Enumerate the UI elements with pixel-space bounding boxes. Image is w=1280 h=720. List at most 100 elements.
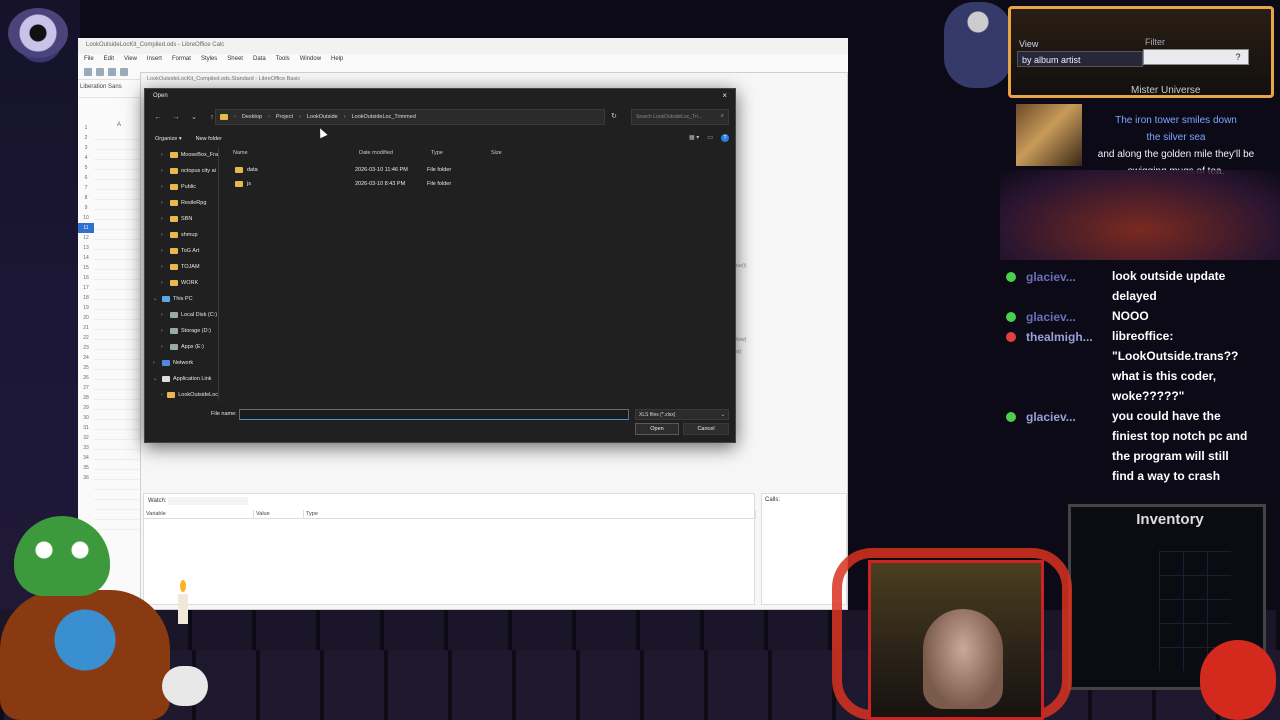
col-type[interactable]: Type xyxy=(427,147,487,159)
sheet-grid[interactable] xyxy=(94,130,144,530)
row-header[interactable]: 12 xyxy=(78,233,94,243)
row-header[interactable]: 3 xyxy=(78,143,94,153)
refresh-icon[interactable]: ↻ xyxy=(611,112,617,120)
row-header[interactable]: 4 xyxy=(78,153,94,163)
chat-username[interactable]: glaciev... xyxy=(1026,410,1076,424)
row-header[interactable]: 33 xyxy=(78,443,94,453)
row-header[interactable]: 23 xyxy=(78,343,94,353)
nav-item[interactable]: › Local Disk (C:) xyxy=(145,307,218,323)
row-header[interactable]: 19 xyxy=(78,303,94,313)
row-header[interactable]: 35 xyxy=(78,463,94,473)
row-header[interactable]: 36 xyxy=(78,473,94,483)
nav-item[interactable]: › MooseBox_Fra xyxy=(145,147,218,163)
menu-item-styles[interactable]: Styles xyxy=(201,56,217,64)
menu-item-view[interactable]: View xyxy=(124,56,137,64)
chevron-right-icon[interactable]: › xyxy=(161,280,167,286)
menu-item-edit[interactable]: Edit xyxy=(104,56,114,64)
chevron-right-icon[interactable]: › xyxy=(161,392,164,398)
nav-item[interactable]: › ToG Art xyxy=(145,243,218,259)
row-header[interactable]: 16 xyxy=(78,273,94,283)
row-header[interactable]: 13 xyxy=(78,243,94,253)
chevron-right-icon[interactable]: › xyxy=(161,248,167,254)
row-header[interactable]: 8 xyxy=(78,193,94,203)
nav-item[interactable]: › shmup xyxy=(145,227,218,243)
chevron-right-icon[interactable]: › xyxy=(161,232,167,238)
row-header[interactable]: 5 xyxy=(78,163,94,173)
row-header[interactable]: 15 xyxy=(78,263,94,273)
row-header[interactable]: 7 xyxy=(78,183,94,193)
chat-username[interactable]: glaciev... xyxy=(1026,270,1076,284)
new-icon[interactable] xyxy=(84,68,92,76)
nav-item[interactable]: › WORK xyxy=(145,275,218,291)
menu-item-insert[interactable]: Insert xyxy=(147,56,162,64)
row-header[interactable]: 1 xyxy=(78,123,94,133)
chevron-down-icon[interactable]: ⌄ xyxy=(153,296,159,302)
row-header[interactable]: 31 xyxy=(78,423,94,433)
row-header[interactable]: 26 xyxy=(78,373,94,383)
row-header[interactable]: 24 xyxy=(78,353,94,363)
nav-item[interactable]: › ResileRpg xyxy=(145,195,218,211)
nav-item[interactable]: › octopus city ai xyxy=(145,163,218,179)
chevron-down-icon[interactable]: ⌄ xyxy=(153,376,159,382)
watch-col-value[interactable]: Value xyxy=(254,510,304,518)
close-icon[interactable]: × xyxy=(722,92,727,100)
row-header[interactable]: 14 xyxy=(78,253,94,263)
file-list-row[interactable]: js 2026-03-10 8:43 PM File folder xyxy=(229,177,529,191)
open-button[interactable]: Open xyxy=(635,423,679,435)
breadcrumb-lookoutside[interactable]: LookOutside xyxy=(307,114,338,120)
nav-item[interactable]: › Network xyxy=(145,355,218,371)
chevron-right-icon[interactable]: › xyxy=(161,328,167,334)
forward-arrow-icon[interactable]: → xyxy=(171,114,181,121)
row-header[interactable]: 17 xyxy=(78,283,94,293)
chevron-right-icon[interactable]: › xyxy=(161,200,167,206)
view-options-icon[interactable]: ▦ ▾ xyxy=(689,134,699,142)
breadcrumb-desktop[interactable]: Desktop xyxy=(242,114,262,120)
chevron-right-icon[interactable]: › xyxy=(161,168,167,174)
file-type-select[interactable]: XLS files (*.xlsx) ⌄ xyxy=(635,409,729,420)
row-header[interactable]: 10 xyxy=(78,213,94,223)
recent-chevron-icon[interactable]: ⌄ xyxy=(189,113,199,121)
nav-item[interactable]: ⌄ This PC xyxy=(145,291,218,307)
address-bar[interactable]: › Desktop › Project › LookOutside › LookOutside… xyxy=(215,109,605,125)
row-header[interactable]: 28 xyxy=(78,393,94,403)
chat-username[interactable]: glaciev... xyxy=(1026,310,1076,324)
chevron-right-icon[interactable]: › xyxy=(161,216,167,222)
row-header[interactable]: 6 xyxy=(78,173,94,183)
nav-item[interactable]: › SBN xyxy=(145,211,218,227)
cancel-button[interactable]: Cancel xyxy=(683,423,729,435)
menu-item-sheet[interactable]: Sheet xyxy=(227,56,243,64)
nav-item[interactable]: › Apps (E:) xyxy=(145,339,218,355)
watch-input[interactable] xyxy=(168,497,248,505)
row-header[interactable]: 20 xyxy=(78,313,94,323)
organize-button[interactable]: Organize ▾ xyxy=(155,136,182,142)
chevron-right-icon[interactable]: › xyxy=(161,152,167,158)
nav-item[interactable]: › Public xyxy=(145,179,218,195)
row-header[interactable]: 11 xyxy=(78,223,94,233)
row-header[interactable]: 25 xyxy=(78,363,94,373)
watch-col-variable[interactable]: Variable xyxy=(144,510,254,518)
col-date-modified[interactable]: Date modified xyxy=(355,147,427,159)
watch-col-type[interactable]: Type xyxy=(304,510,756,518)
nav-item[interactable]: › Storage (D:) xyxy=(145,323,218,339)
col-size[interactable]: Size xyxy=(487,147,527,159)
back-arrow-icon[interactable]: ← xyxy=(153,114,163,121)
row-header[interactable]: 34 xyxy=(78,453,94,463)
chat-username[interactable]: thealmigh... xyxy=(1026,330,1093,344)
save-icon[interactable] xyxy=(108,68,116,76)
nav-item[interactable]: › LookOutsideLoc xyxy=(145,387,218,403)
breadcrumb-lookoutsideloc_trimmed[interactable]: LookOutsideLoc_Trimmed xyxy=(352,114,416,120)
nav-item[interactable]: › TOJAM xyxy=(145,259,218,275)
menu-item-file[interactable]: File xyxy=(84,56,94,64)
menu-item-tools[interactable]: Tools xyxy=(276,56,290,64)
breadcrumb-project[interactable]: Project xyxy=(276,114,293,120)
help-icon[interactable]: ? xyxy=(721,134,729,142)
file-name-input[interactable] xyxy=(239,409,629,420)
filter-button[interactable]: ? xyxy=(1227,49,1249,65)
new-folder-button[interactable]: New folder xyxy=(196,136,222,142)
row-header[interactable]: 32 xyxy=(78,433,94,443)
menu-item-window[interactable]: Window xyxy=(300,56,321,64)
view-select[interactable]: by album artist xyxy=(1017,51,1143,67)
row-header[interactable]: 21 xyxy=(78,323,94,333)
menu-item-help[interactable]: Help xyxy=(331,56,343,64)
chevron-right-icon[interactable]: › xyxy=(161,344,167,350)
